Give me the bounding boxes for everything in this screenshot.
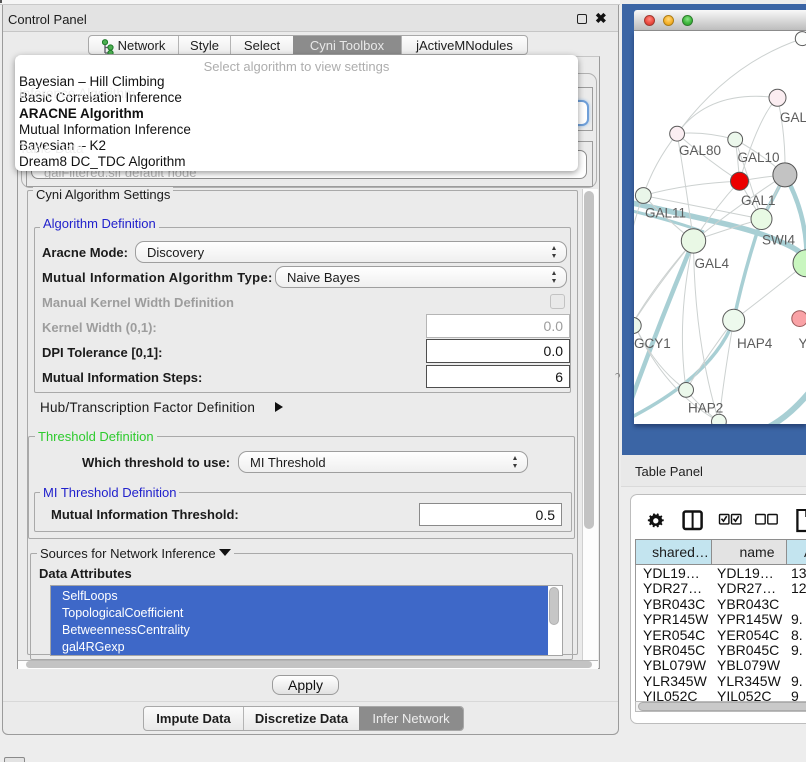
svg-text:GCY1: GCY1 (634, 336, 671, 351)
svg-text:GAL: GAL (780, 110, 806, 125)
svg-text:GAL4: GAL4 (695, 256, 730, 271)
svg-text:GAL10: GAL10 (738, 150, 780, 165)
svg-text:Y: Y (799, 336, 806, 351)
svg-text:SWI4: SWI4 (762, 233, 795, 248)
svg-text:HAP4: HAP4 (737, 336, 773, 351)
svg-text:GAL80: GAL80 (679, 143, 721, 158)
svg-text:GAL11: GAL11 (645, 206, 686, 221)
svg-text:GAL1: GAL1 (741, 193, 776, 208)
svg-text:HAP2: HAP2 (688, 401, 723, 416)
